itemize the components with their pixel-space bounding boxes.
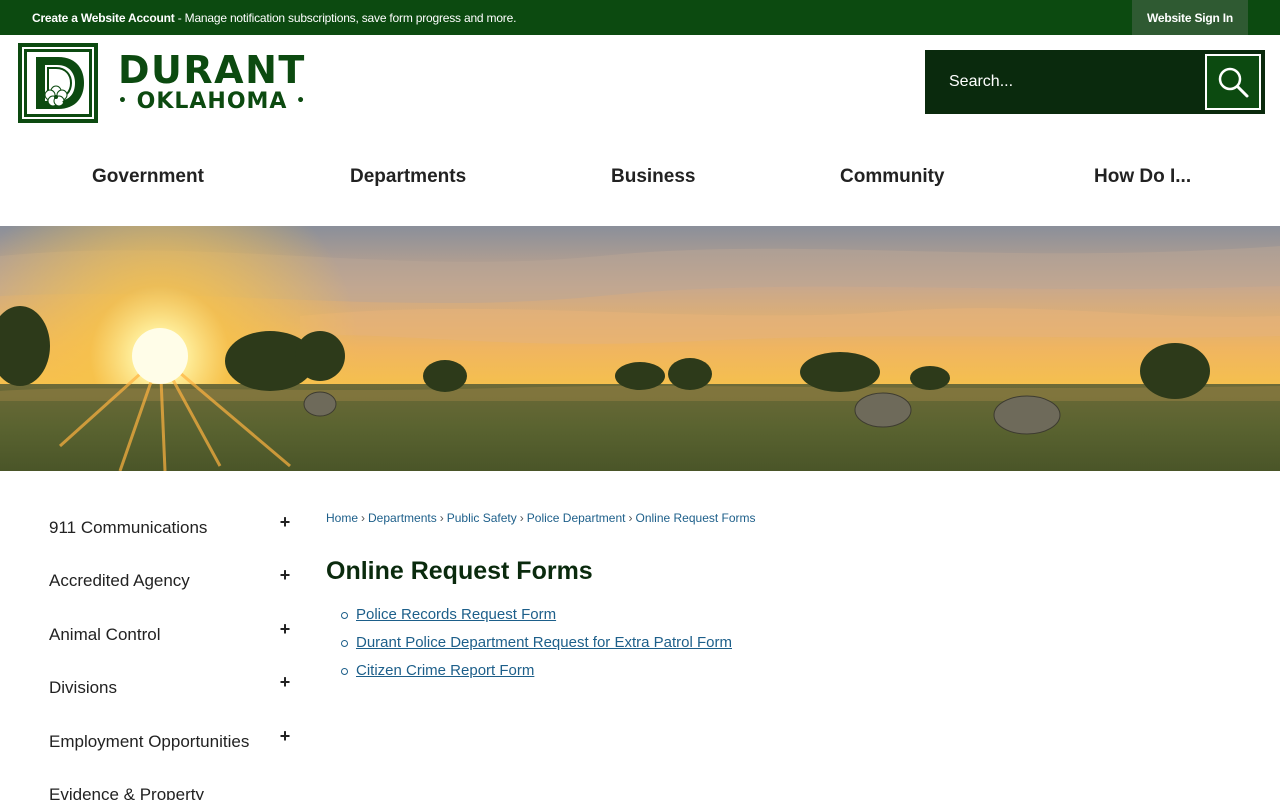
logo-line-durant: DURANT — [118, 48, 306, 92]
site-logo[interactable]: DURANT • OKLAHOMA • — [18, 43, 323, 123]
search-button[interactable] — [1205, 54, 1261, 110]
request-forms-list: Police Records Request Form Durant Polic… — [341, 606, 732, 690]
extra-patrol-request-link[interactable]: Durant Police Department Request for Ext… — [356, 634, 732, 651]
expand-icon[interactable]: + — [277, 619, 293, 640]
sidebar-item-label: Animal Control — [49, 625, 161, 644]
hero-banner-image — [0, 226, 1280, 471]
logo-line-oklahoma-text: OKLAHOMA — [136, 89, 288, 114]
sidebar-item-label: Evidence & Property — [49, 785, 204, 800]
sidebar-item-911-communications[interactable]: 911 Communications + — [49, 508, 299, 548]
sidebar-item-employment-opportunities[interactable]: Employment Opportunities + — [49, 722, 299, 762]
police-records-request-link[interactable]: Police Records Request Form — [356, 606, 556, 623]
expand-icon[interactable]: + — [277, 565, 293, 586]
logo-wordmark: DURANT • OKLAHOMA • — [118, 51, 306, 114]
breadcrumb-separator: › — [361, 511, 366, 525]
expand-icon[interactable]: + — [277, 726, 293, 747]
nav-how-do-i[interactable]: How Do I... — [1094, 166, 1191, 188]
list-item: Durant Police Department Request for Ext… — [341, 634, 732, 662]
sidebar-item-label: Employment Opportunities — [49, 732, 250, 751]
logo-badge-icon — [18, 43, 98, 123]
sidebar-item-label: Accredited Agency — [49, 571, 190, 590]
breadcrumb-separator: › — [628, 511, 633, 525]
sidebar-item-label: 911 Communications — [49, 518, 208, 537]
page-title: Online Request Forms — [326, 557, 593, 585]
site-search — [925, 50, 1265, 114]
breadcrumb-separator: › — [519, 511, 524, 525]
citizen-crime-report-link[interactable]: Citizen Crime Report Form — [356, 662, 534, 679]
search-input[interactable] — [925, 50, 1201, 114]
create-account-link[interactable]: Create a Website Account — [32, 11, 175, 25]
account-notice: Create a Website Account - Manage notifi… — [32, 11, 516, 25]
nav-community[interactable]: Community — [840, 166, 945, 188]
sidebar-item-accredited-agency[interactable]: Accredited Agency + — [49, 561, 299, 601]
breadcrumb-police-department[interactable]: Police Department — [527, 511, 626, 525]
list-item: Police Records Request Form — [341, 606, 732, 634]
top-notification-bar: Create a Website Account - Manage notifi… — [0, 0, 1280, 35]
sidebar-item-animal-control[interactable]: Animal Control + — [49, 615, 299, 655]
expand-icon[interactable]: + — [277, 512, 293, 533]
sidebar-item-divisions[interactable]: Divisions + — [49, 668, 299, 708]
breadcrumb-home[interactable]: Home — [326, 511, 358, 525]
website-sign-in-button[interactable]: Website Sign In — [1132, 0, 1248, 35]
breadcrumb-public-safety[interactable]: Public Safety — [447, 511, 517, 525]
sidebar-item-evidence-property[interactable]: Evidence & Property — [49, 775, 299, 800]
breadcrumb: Home › Departments › Public Safety › Police De… — [326, 511, 756, 525]
expand-icon[interactable]: + — [277, 672, 293, 693]
nav-government[interactable]: Government — [92, 166, 204, 188]
sidebar-item-label: Divisions — [49, 678, 118, 697]
account-notice-text: - Manage notification subscriptions, sav… — [174, 11, 517, 25]
nav-business[interactable]: Business — [611, 166, 695, 188]
search-icon — [1218, 67, 1249, 98]
main-navigation: Government Departments Business Communit… — [0, 140, 1280, 226]
breadcrumb-online-request-forms[interactable]: Online Request Forms — [635, 511, 755, 525]
breadcrumb-departments[interactable]: Departments — [368, 511, 437, 525]
breadcrumb-separator: › — [439, 511, 444, 525]
logo-line-oklahoma: • OKLAHOMA • — [118, 89, 307, 114]
list-item: Citizen Crime Report Form — [341, 662, 732, 690]
nav-departments[interactable]: Departments — [350, 166, 466, 188]
